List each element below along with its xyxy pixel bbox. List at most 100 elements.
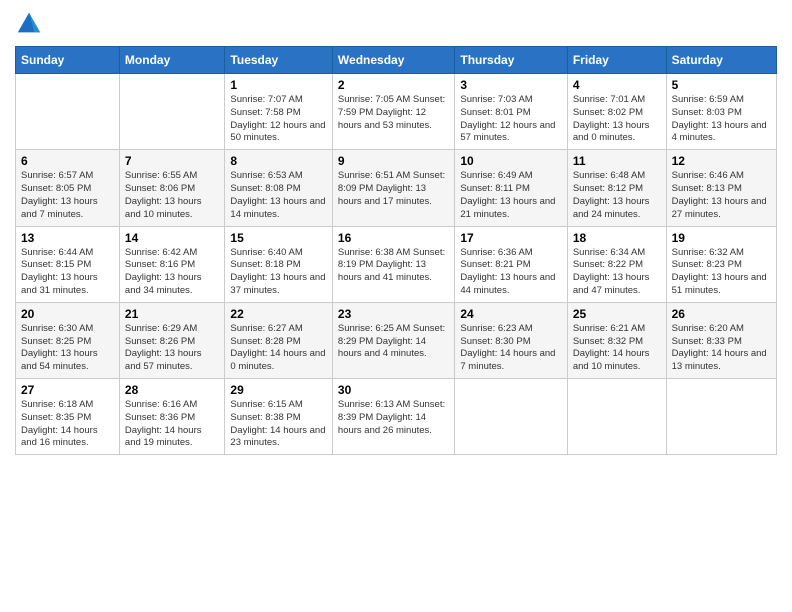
calendar-cell: 21 Sunrise: 6:29 AM Sunset: 8:26 PM Dayli… [119,302,225,378]
calendar-cell: 12Sunrise: 6:46 AM Sunset: 8:13 PM Dayli… [666,150,776,226]
calendar-cell: 26 Sunrise: 6:20 AM Sunset: 8:33 PM Dayli… [666,302,776,378]
calendar-cell [455,379,567,455]
calendar-cell: 16 Sunrise: 6:38 AM Sunset: 8:19 PM Dayli… [332,226,454,302]
cell-info-text: Sunrise: 6:44 AM Sunset: 8:15 PM Dayligh… [21,247,114,298]
cell-info-text: Sunrise: 7:03 AM Sunset: 8:01 PM Dayligh… [460,94,561,145]
cell-day-number: 27 [21,383,114,397]
calendar-cell: 19Sunrise: 6:32 AM Sunset: 8:23 PM Dayli… [666,226,776,302]
calendar-cell: 11Sunrise: 6:48 AM Sunset: 8:12 PM Dayli… [567,150,666,226]
cell-info-text: Sunrise: 6:27 AM Sunset: 8:28 PM Dayligh… [230,323,326,374]
cell-day-number: 30 [338,383,449,397]
cell-day-number: 1 [230,78,326,92]
calendar-cell: 10 Sunrise: 6:49 AM Sunset: 8:11 PM Dayli… [455,150,567,226]
cell-day-number: 23 [338,307,449,321]
cell-info-text: Sunrise: 7:05 AM Sunset: 7:59 PM Dayligh… [338,94,449,132]
calendar-cell: 7 Sunrise: 6:55 AM Sunset: 8:06 PM Daylig… [119,150,225,226]
cell-day-number: 26 [672,307,771,321]
cell-day-number: 2 [338,78,449,92]
cell-day-number: 29 [230,383,326,397]
calendar-cell: 27Sunrise: 6:18 AM Sunset: 8:35 PM Dayli… [16,379,120,455]
weekday-header-tuesday: Tuesday [225,47,332,74]
calendar-cell: 13 Sunrise: 6:44 AM Sunset: 8:15 PM Dayli… [16,226,120,302]
cell-info-text: Sunrise: 6:55 AM Sunset: 8:06 PM Dayligh… [125,170,220,221]
calendar-cell: 4 Sunrise: 7:01 AM Sunset: 8:02 PM Daylig… [567,74,666,150]
cell-day-number: 5 [672,78,771,92]
cell-info-text: Sunrise: 6:13 AM Sunset: 8:39 PM Dayligh… [338,399,449,437]
cell-day-number: 6 [21,154,114,168]
cell-info-text: Sunrise: 6:51 AM Sunset: 8:09 PM Dayligh… [338,170,449,208]
cell-info-text: Sunrise: 6:29 AM Sunset: 8:26 PM Dayligh… [125,323,220,374]
header [15,10,777,38]
calendar-cell: 23 Sunrise: 6:25 AM Sunset: 8:29 PM Dayli… [332,302,454,378]
calendar-cell: 25 Sunrise: 6:21 AM Sunset: 8:32 PM Dayli… [567,302,666,378]
week-row: 1 Sunrise: 7:07 AM Sunset: 7:58 PM Daylig… [16,74,777,150]
cell-info-text: Sunrise: 6:36 AM Sunset: 8:21 PM Dayligh… [460,247,561,298]
cell-day-number: 8 [230,154,326,168]
cell-day-number: 7 [125,154,220,168]
cell-day-number: 16 [338,231,449,245]
calendar-body: 1 Sunrise: 7:07 AM Sunset: 7:58 PM Daylig… [16,74,777,455]
cell-info-text: Sunrise: 6:15 AM Sunset: 8:38 PM Dayligh… [230,399,326,450]
cell-info-text: Sunrise: 6:40 AM Sunset: 8:18 PM Dayligh… [230,247,326,298]
cell-day-number: 9 [338,154,449,168]
calendar-cell [567,379,666,455]
cell-info-text: Sunrise: 6:59 AM Sunset: 8:03 PM Dayligh… [672,94,771,145]
cell-day-number: 10 [460,154,561,168]
weekday-header-friday: Friday [567,47,666,74]
cell-info-text: Sunrise: 7:01 AM Sunset: 8:02 PM Dayligh… [573,94,661,145]
calendar-header: SundayMondayTuesdayWednesdayThursdayFrid… [16,47,777,74]
calendar-table: SundayMondayTuesdayWednesdayThursdayFrid… [15,46,777,455]
cell-info-text: Sunrise: 6:38 AM Sunset: 8:19 PM Dayligh… [338,247,449,285]
calendar-cell: 20Sunrise: 6:30 AM Sunset: 8:25 PM Dayli… [16,302,120,378]
logo-icon [15,10,43,38]
cell-day-number: 24 [460,307,561,321]
cell-day-number: 17 [460,231,561,245]
cell-day-number: 25 [573,307,661,321]
cell-day-number: 3 [460,78,561,92]
cell-day-number: 4 [573,78,661,92]
page: SundayMondayTuesdayWednesdayThursdayFrid… [0,0,792,612]
cell-day-number: 22 [230,307,326,321]
calendar-cell: 8Sunrise: 6:53 AM Sunset: 8:08 PM Daylig… [225,150,332,226]
calendar-cell: 29 Sunrise: 6:15 AM Sunset: 8:38 PM Dayli… [225,379,332,455]
cell-day-number: 18 [573,231,661,245]
week-row: 13 Sunrise: 6:44 AM Sunset: 8:15 PM Dayli… [16,226,777,302]
calendar-cell: 9 Sunrise: 6:51 AM Sunset: 8:09 PM Daylig… [332,150,454,226]
calendar-cell: 1 Sunrise: 7:07 AM Sunset: 7:58 PM Daylig… [225,74,332,150]
calendar-cell: 15Sunrise: 6:40 AM Sunset: 8:18 PM Dayli… [225,226,332,302]
calendar-cell: 14Sunrise: 6:42 AM Sunset: 8:16 PM Dayli… [119,226,225,302]
cell-day-number: 12 [672,154,771,168]
cell-day-number: 13 [21,231,114,245]
cell-day-number: 19 [672,231,771,245]
cell-info-text: Sunrise: 6:57 AM Sunset: 8:05 PM Dayligh… [21,170,114,221]
calendar-cell [666,379,776,455]
cell-info-text: Sunrise: 6:25 AM Sunset: 8:29 PM Dayligh… [338,323,449,361]
cell-day-number: 14 [125,231,220,245]
cell-info-text: Sunrise: 6:20 AM Sunset: 8:33 PM Dayligh… [672,323,771,374]
weekday-header-saturday: Saturday [666,47,776,74]
calendar-cell: 3 Sunrise: 7:03 AM Sunset: 8:01 PM Daylig… [455,74,567,150]
weekday-header-wednesday: Wednesday [332,47,454,74]
calendar-cell: 28 Sunrise: 6:16 AM Sunset: 8:36 PM Dayli… [119,379,225,455]
cell-day-number: 21 [125,307,220,321]
cell-day-number: 28 [125,383,220,397]
calendar-cell: 5 Sunrise: 6:59 AM Sunset: 8:03 PM Daylig… [666,74,776,150]
cell-info-text: Sunrise: 6:49 AM Sunset: 8:11 PM Dayligh… [460,170,561,221]
cell-day-number: 20 [21,307,114,321]
calendar-cell: 30 Sunrise: 6:13 AM Sunset: 8:39 PM Dayli… [332,379,454,455]
week-row: 6 Sunrise: 6:57 AM Sunset: 8:05 PM Daylig… [16,150,777,226]
cell-info-text: Sunrise: 7:07 AM Sunset: 7:58 PM Dayligh… [230,94,326,145]
cell-info-text: Sunrise: 6:21 AM Sunset: 8:32 PM Dayligh… [573,323,661,374]
calendar-cell: 18Sunrise: 6:34 AM Sunset: 8:22 PM Dayli… [567,226,666,302]
weekday-row: SundayMondayTuesdayWednesdayThursdayFrid… [16,47,777,74]
calendar-cell: 6 Sunrise: 6:57 AM Sunset: 8:05 PM Daylig… [16,150,120,226]
cell-info-text: Sunrise: 6:16 AM Sunset: 8:36 PM Dayligh… [125,399,220,450]
weekday-header-monday: Monday [119,47,225,74]
calendar-cell: 2 Sunrise: 7:05 AM Sunset: 7:59 PM Daylig… [332,74,454,150]
logo [15,10,47,38]
calendar-cell: 22 Sunrise: 6:27 AM Sunset: 8:28 PM Dayli… [225,302,332,378]
calendar-cell: 24Sunrise: 6:23 AM Sunset: 8:30 PM Dayli… [455,302,567,378]
weekday-header-sunday: Sunday [16,47,120,74]
calendar-cell: 17 Sunrise: 6:36 AM Sunset: 8:21 PM Dayli… [455,226,567,302]
week-row: 27Sunrise: 6:18 AM Sunset: 8:35 PM Dayli… [16,379,777,455]
